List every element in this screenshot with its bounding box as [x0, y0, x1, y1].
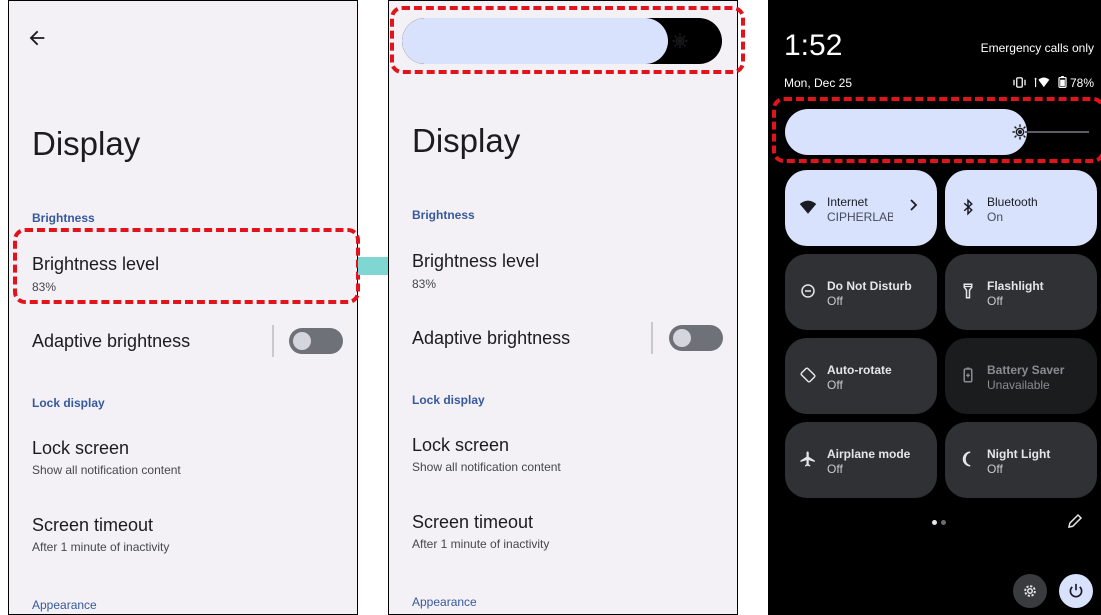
adaptive-brightness-title: Adaptive brightness: [32, 331, 191, 351]
vibrate-icon: [1013, 77, 1026, 88]
tile-night-light-status: Off: [987, 462, 1003, 476]
page-title: Display: [412, 122, 521, 159]
wifi-icon: [799, 200, 817, 214]
lock-screen-title: Lock screen: [32, 438, 130, 458]
airplane-icon: [800, 451, 815, 467]
divider: [272, 325, 274, 357]
section-header-appearance: Appearance: [32, 598, 97, 612]
adaptive-brightness-toggle[interactable]: [289, 328, 343, 354]
screen-timeout-subtitle: After 1 minute of inactivity: [32, 540, 170, 554]
do-not-disturb-icon: [801, 284, 815, 298]
power-button[interactable]: [1059, 574, 1093, 608]
section-header-lock-display: Lock display: [412, 393, 485, 407]
section-header-lock-display: Lock display: [32, 396, 105, 410]
wifi-signal-icon: [1034, 77, 1050, 88]
page-title: Display: [32, 125, 141, 162]
gear-icon: [1024, 585, 1036, 597]
tile-bluetooth-label: Bluetooth: [987, 195, 1038, 209]
divider: [651, 322, 653, 354]
edit-pencil-icon[interactable]: [1066, 512, 1084, 530]
adaptive-brightness-toggle[interactable]: [669, 325, 723, 351]
back-arrow-icon[interactable]: [26, 27, 48, 49]
date-label: Mon, Dec 25: [784, 76, 853, 90]
tile-auto-rotate-label: Auto-rotate: [827, 363, 892, 377]
display-settings-screen-with-slider: Display Brightness Brightness level 83% …: [388, 0, 738, 615]
tile-internet-status: CIPHERLAB: [827, 210, 893, 224]
tile-do-not-disturb[interactable]: Do Not Disturb Off: [785, 254, 937, 330]
tile-night-light-label: Night Light: [987, 447, 1051, 461]
section-header-appearance: Appearance: [412, 595, 477, 609]
highlight-box-qs-brightness-slider: [772, 97, 1101, 163]
battery-percent: 78%: [1069, 76, 1094, 90]
power-icon: [1069, 583, 1083, 598]
tile-battery-saver[interactable]: Battery Saver Unavailable: [945, 338, 1097, 414]
tile-internet[interactable]: Internet CIPHERLAB: [785, 170, 937, 246]
battery-saver-icon: [963, 367, 973, 383]
clock-time: 1:52: [784, 29, 843, 62]
highlight-box-brightness-level: [13, 228, 360, 304]
tile-airplane-status: Off: [827, 462, 843, 476]
chevron-right-icon: [910, 199, 918, 211]
brightness-level-value: 83%: [412, 277, 437, 291]
emergency-calls-label: Emergency calls only: [980, 41, 1094, 55]
screen-timeout-subtitle: After 1 minute of inactivity: [412, 537, 550, 551]
tile-battery-saver-label: Battery Saver: [987, 363, 1065, 377]
tile-auto-rotate[interactable]: Auto-rotate Off: [785, 338, 937, 414]
tile-night-light[interactable]: Night Light Off: [945, 422, 1097, 498]
screen-timeout-title: Screen timeout: [412, 512, 534, 532]
page-indicator-dot-active: [932, 520, 937, 525]
section-header-brightness: Brightness: [412, 208, 475, 222]
tile-dnd-status: Off: [827, 294, 843, 308]
tile-airplane-mode[interactable]: Airplane mode Off: [785, 422, 937, 498]
quick-settings-panel: 1:52 Mon, Dec 25 Emergency calls only 78…: [768, 0, 1101, 615]
lock-screen-subtitle: Show all notification content: [32, 463, 181, 477]
tile-airplane-label: Airplane mode: [827, 447, 911, 461]
screen-timeout-title: Screen timeout: [32, 515, 154, 535]
section-header-brightness: Brightness: [32, 211, 95, 225]
auto-rotate-icon: [800, 367, 816, 383]
tile-flashlight-label: Flashlight: [987, 279, 1044, 293]
status-icons: 78%: [1013, 76, 1094, 90]
adaptive-brightness-title: Adaptive brightness: [412, 328, 571, 348]
tile-battery-saver-status: Unavailable: [987, 378, 1050, 392]
tile-flashlight-status: Off: [987, 294, 1003, 308]
tile-auto-rotate-status: Off: [827, 378, 843, 392]
flashlight-icon: [963, 283, 973, 299]
tile-bluetooth-status: On: [987, 210, 1004, 224]
tile-bluetooth[interactable]: Bluetooth On: [945, 170, 1097, 246]
brightness-level-title: Brightness level: [412, 251, 540, 271]
bluetooth-icon: [963, 198, 973, 216]
settings-button[interactable]: [1013, 574, 1047, 608]
tile-dnd-label: Do Not Disturb: [827, 279, 912, 293]
display-settings-screen: Display Brightness Brightness level 83% …: [8, 0, 358, 615]
highlight-box-brightness-slider: [390, 6, 745, 74]
lock-screen-subtitle: Show all notification content: [412, 460, 561, 474]
page-indicator-dot: [941, 520, 946, 525]
battery-icon: [1058, 76, 1067, 88]
tile-flashlight[interactable]: Flashlight Off: [945, 254, 1097, 330]
lock-screen-title: Lock screen: [412, 435, 510, 455]
night-light-icon: [962, 451, 971, 467]
